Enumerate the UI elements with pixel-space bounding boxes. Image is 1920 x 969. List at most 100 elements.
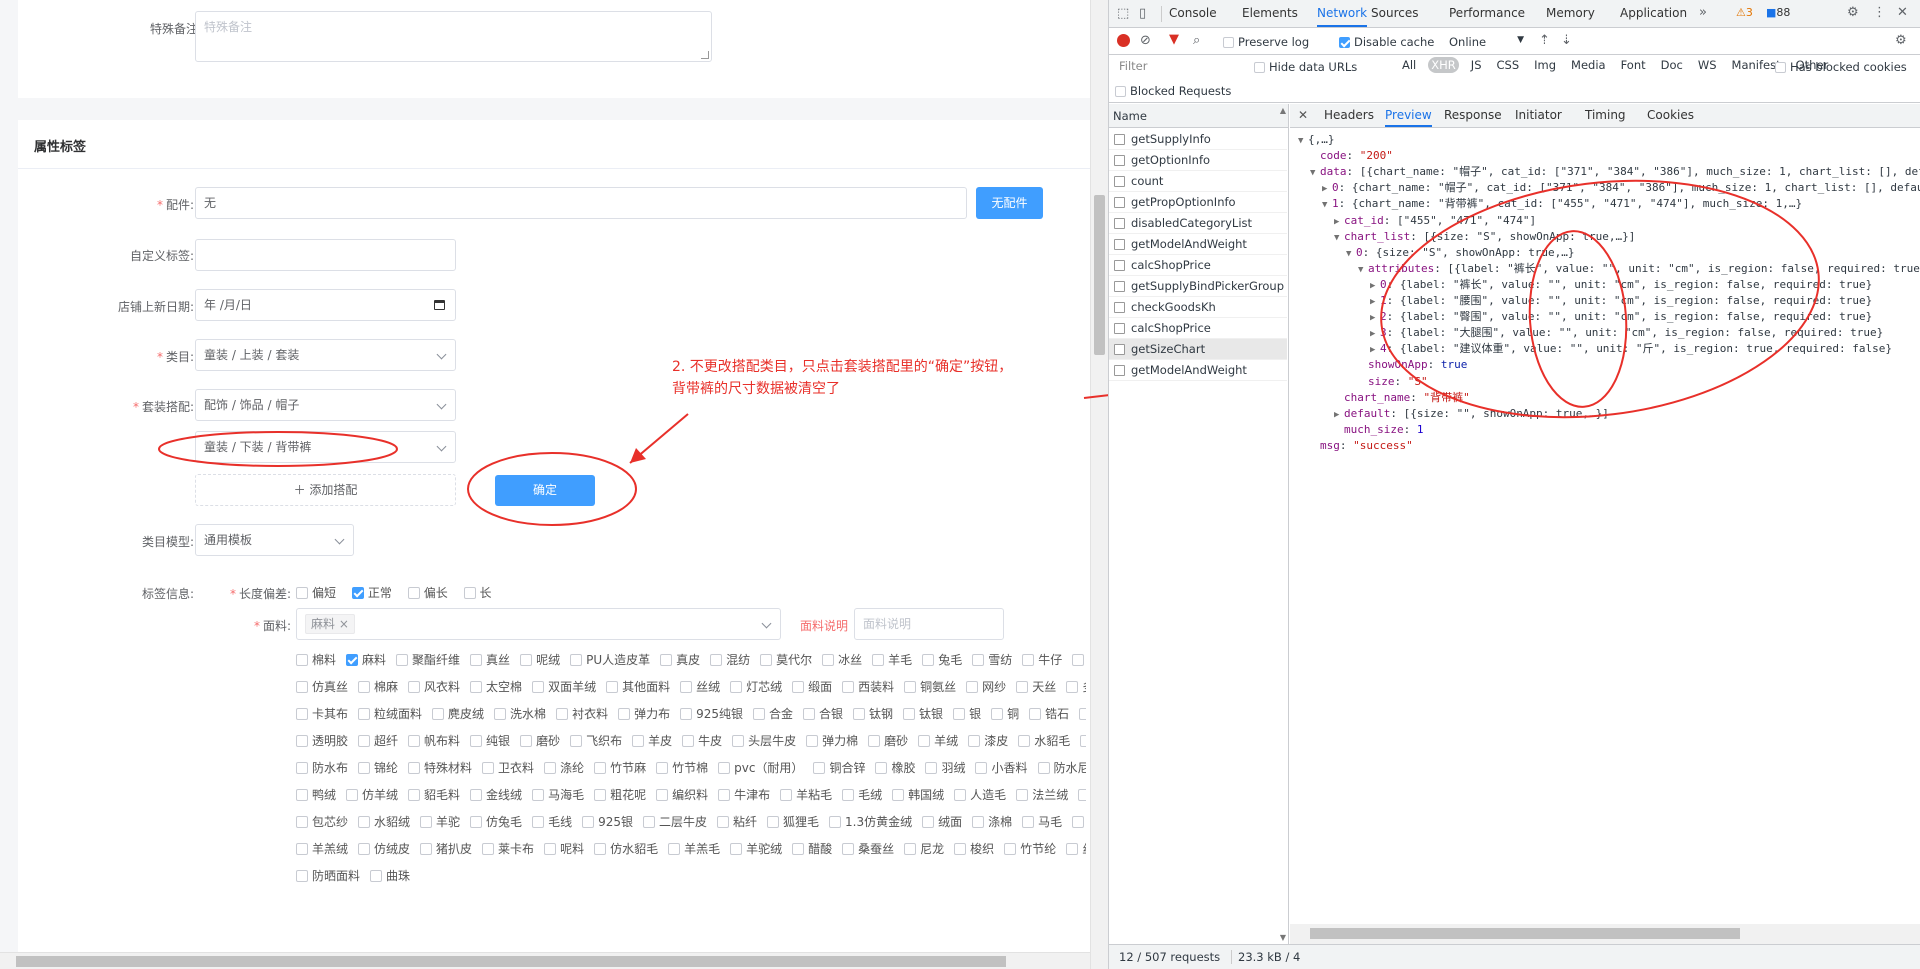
material-option[interactable]: 聚酯纤维 <box>396 652 460 668</box>
checkbox-icon[interactable] <box>408 681 421 693</box>
checkbox-icon[interactable] <box>1079 708 1086 720</box>
material-option[interactable]: 飞织布 <box>570 733 622 749</box>
material-option[interactable]: 合金 <box>753 706 793 722</box>
checkbox-icon[interactable] <box>520 735 533 747</box>
scroll-down-icon[interactable]: ▼ <box>1280 933 1286 942</box>
checkbox-icon[interactable] <box>408 735 421 747</box>
material-option[interactable]: 仿真丝 <box>296 679 348 695</box>
material-option[interactable]: 水貂毛 <box>1018 733 1070 749</box>
checkbox-icon[interactable] <box>420 843 433 855</box>
checkbox-icon[interactable] <box>710 654 723 666</box>
filter-icon[interactable]: ▼ <box>1169 33 1179 47</box>
scroll-thumb[interactable] <box>1310 928 1740 939</box>
length-option[interactable]: 偏长 <box>407 584 448 601</box>
tab-elements[interactable]: Elements <box>1242 0 1298 27</box>
checkbox-icon[interactable] <box>1080 735 1086 747</box>
checkbox-icon[interactable] <box>922 654 935 666</box>
material-option[interactable]: 编织料 <box>656 787 708 803</box>
checkbox-icon[interactable] <box>1066 681 1079 693</box>
material-option[interactable]: 缎面 <box>792 679 832 695</box>
length-option[interactable]: 正常 <box>351 584 392 601</box>
checkbox-icon[interactable] <box>904 843 917 855</box>
material-option[interactable]: 仿绒皮 <box>358 841 410 857</box>
checkbox-icon[interactable] <box>296 587 308 599</box>
more-tabs-icon[interactable]: » <box>1699 6 1707 20</box>
checkbox-icon[interactable] <box>582 816 595 828</box>
detail-tab-cookies[interactable]: Cookies <box>1647 104 1694 127</box>
json-line[interactable]: ▼ data: [{chart_name: "帽子", cat_id: ["371… <box>1310 164 1920 181</box>
material-option[interactable]: 竹节麻 <box>594 760 646 776</box>
material-option[interactable]: 鸭绒 <box>296 787 336 803</box>
material-option[interactable]: 磨砂 <box>868 733 908 749</box>
checkbox-icon[interactable] <box>767 816 780 828</box>
checkbox-icon[interactable] <box>780 789 793 801</box>
checkbox-icon[interactable] <box>532 789 545 801</box>
checkbox-icon[interactable] <box>732 735 745 747</box>
request-row[interactable]: checkGoodsKh <box>1109 297 1287 318</box>
checkbox-icon[interactable] <box>918 735 931 747</box>
json-line[interactable]: ▼ 1: {chart_name: "背带裤", cat_id: ["455", … <box>1322 196 1802 213</box>
checkbox-icon[interactable] <box>1022 816 1035 828</box>
request-row[interactable]: getSupplyInfo <box>1109 129 1287 150</box>
request-row[interactable]: calcShopPrice <box>1109 255 1287 276</box>
checkbox-icon[interactable] <box>730 681 743 693</box>
checkbox-icon[interactable] <box>717 816 729 828</box>
material-option[interactable]: 棉麻 <box>358 679 398 695</box>
material-option[interactable]: 丽 <box>1078 787 1086 803</box>
collapse-triangle-icon[interactable]: ▶ <box>1370 342 1380 358</box>
checkbox-icon[interactable] <box>892 789 905 801</box>
preserve-log-checkbox[interactable]: Preserve log <box>1223 35 1309 49</box>
material-option[interactable]: 弹力布 <box>618 706 670 722</box>
material-option[interactable]: 粒绒面料 <box>358 706 422 722</box>
checkbox-icon[interactable] <box>470 654 483 666</box>
checkbox-icon[interactable] <box>358 816 371 828</box>
tab-sources[interactable]: Sources <box>1371 0 1418 27</box>
checkbox-icon[interactable] <box>718 789 731 801</box>
material-option[interactable]: 真皮 <box>660 652 700 668</box>
calendar-icon[interactable] <box>434 300 445 310</box>
throttle-select[interactable]: Online ▼ <box>1449 35 1524 49</box>
checkbox-checked-icon[interactable] <box>351 587 364 599</box>
search-icon[interactable]: ⌕ <box>1193 34 1200 48</box>
detail-tab-initiator[interactable]: Initiator <box>1515 104 1562 127</box>
material-option[interactable]: 法兰绒 <box>1016 787 1068 803</box>
checkbox-icon[interactable] <box>470 816 483 828</box>
material-option[interactable]: 粗花呢 <box>594 787 646 803</box>
checkbox-icon[interactable] <box>682 735 695 747</box>
material-option[interactable]: 仿羊绒 <box>346 787 398 803</box>
json-line[interactable]: ▼ 0: {size: "S", showOnApp: true,…} <box>1346 245 1575 262</box>
checkbox-icon[interactable] <box>968 735 981 747</box>
checkbox-icon[interactable] <box>346 789 359 801</box>
checkbox-icon[interactable] <box>680 708 693 720</box>
close-detail-icon[interactable]: ✕ <box>1298 108 1308 122</box>
filter-type-js[interactable]: JS <box>1468 57 1485 73</box>
checkbox-icon[interactable] <box>966 681 979 693</box>
checkbox-icon[interactable] <box>972 654 985 666</box>
checkbox-icon[interactable] <box>482 762 495 774</box>
request-row[interactable]: disabledCategoryList <box>1109 213 1287 234</box>
material-option[interactable]: 卫衣料 <box>482 760 534 776</box>
tab-network[interactable]: Network <box>1317 0 1368 27</box>
material-option[interactable]: 头层牛皮 <box>732 733 796 749</box>
filter-type-ws[interactable]: WS <box>1695 57 1720 73</box>
material-option[interactable]: 磨砂 <box>520 733 560 749</box>
length-option[interactable]: 长 <box>463 584 492 601</box>
checkbox-icon[interactable] <box>660 654 673 666</box>
checkbox-icon[interactable] <box>296 708 308 720</box>
checkbox-icon[interactable] <box>494 708 507 720</box>
material-option[interactable]: 钛银 <box>903 706 943 722</box>
material-option[interactable]: 丝绒 <box>1066 841 1086 857</box>
filter-input[interactable]: Filter <box>1115 57 1245 76</box>
checkbox-icon[interactable] <box>803 708 816 720</box>
checkbox-icon[interactable] <box>1078 789 1086 801</box>
checkbox-icon[interactable] <box>792 843 805 855</box>
checkbox-icon[interactable] <box>792 681 805 693</box>
accessory-input[interactable]: 无 <box>195 187 967 219</box>
material-option[interactable]: 雪纺 <box>972 652 1012 668</box>
name-column-header[interactable]: Name <box>1109 104 1288 128</box>
detail-tab-headers[interactable]: Headers <box>1324 104 1374 127</box>
material-option[interactable]: 羊羔毛 <box>668 841 720 857</box>
material-option[interactable]: 多 <box>1066 679 1086 695</box>
checkbox-icon[interactable] <box>556 708 569 720</box>
material-option[interactable]: 竹节纶 <box>1004 841 1056 857</box>
